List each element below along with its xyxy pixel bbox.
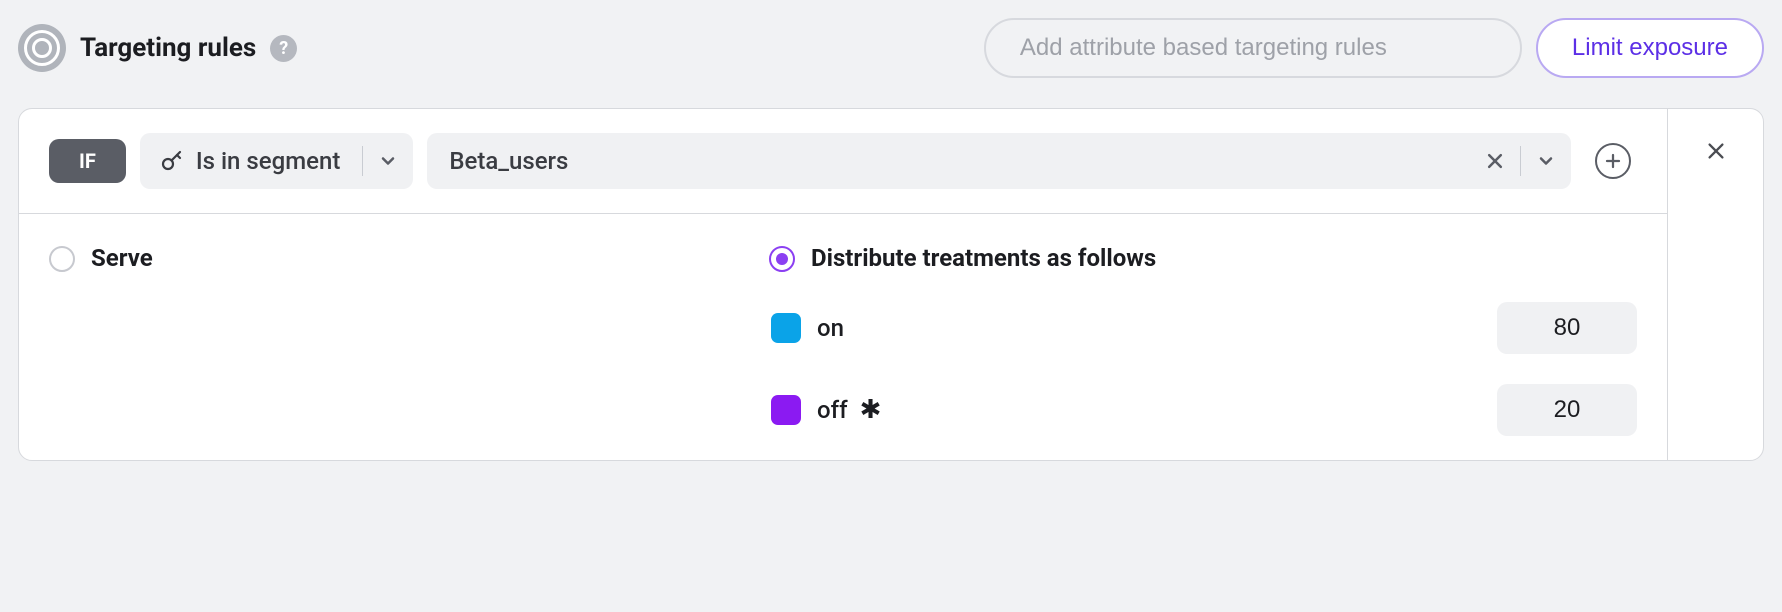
matcher-chip: Is in segment — [140, 133, 413, 189]
treatment-on-label: on — [817, 314, 844, 342]
section-header: Targeting rules ? Limit exposure — [18, 18, 1764, 78]
treatment-off-label: off — [817, 396, 848, 424]
treatment-on-value[interactable] — [1497, 302, 1637, 354]
distribute-label: Distribute treatments as follows — [811, 244, 1156, 272]
rule-card: IF Is in segment Beta_users — [18, 108, 1764, 461]
serve-row: Serve Distribute treatments as follows o… — [19, 214, 1667, 460]
matcher-dropdown-toggle[interactable] — [363, 151, 413, 171]
treatment-off-value[interactable] — [1497, 384, 1637, 436]
distribute-section: Distribute treatments as follows on off … — [769, 244, 1637, 436]
chevron-down-icon — [378, 151, 398, 171]
if-chip: IF — [49, 139, 126, 183]
segment-value[interactable]: Beta_users — [427, 147, 1470, 175]
chevron-down-icon — [1536, 151, 1556, 171]
matcher-label: Is in segment — [196, 147, 340, 175]
radio-dot — [776, 253, 788, 265]
radio-serve[interactable] — [49, 246, 75, 272]
rule-close-column — [1668, 109, 1763, 460]
treatment-swatch-on — [771, 313, 801, 343]
condition-row: IF Is in segment Beta_users — [19, 109, 1667, 214]
key-icon — [160, 149, 184, 173]
treatment-row: off ✱ — [769, 384, 1637, 436]
default-treatment-asterisk-icon: ✱ — [860, 395, 882, 425]
section-title: Targeting rules — [80, 33, 256, 63]
targeting-icon — [18, 24, 66, 72]
treatment-swatch-off — [771, 395, 801, 425]
serve-label: Serve — [91, 244, 153, 272]
add-targeting-rules-input[interactable] — [984, 18, 1522, 78]
plus-icon — [1604, 152, 1622, 170]
help-icon[interactable]: ? — [270, 35, 297, 62]
close-icon — [1485, 151, 1505, 171]
rule-main: IF Is in segment Beta_users — [19, 109, 1668, 460]
treatment-name: on — [817, 314, 1481, 342]
treatment-name: off ✱ — [817, 395, 1481, 425]
matcher-label-area[interactable]: Is in segment — [140, 147, 362, 175]
remove-rule-button[interactable] — [1705, 139, 1727, 460]
close-icon — [1705, 140, 1727, 162]
radio-distribute[interactable] — [769, 246, 795, 272]
treatment-row: on — [769, 302, 1637, 354]
segment-dropdown-toggle[interactable] — [1521, 151, 1571, 171]
limit-exposure-button[interactable]: Limit exposure — [1536, 18, 1764, 78]
segment-value-chip: Beta_users — [427, 133, 1571, 189]
clear-segment-button[interactable] — [1470, 151, 1520, 171]
distribute-option[interactable]: Distribute treatments as follows — [769, 244, 1637, 272]
add-condition-button[interactable] — [1595, 143, 1631, 179]
serve-option[interactable]: Serve — [49, 244, 769, 436]
